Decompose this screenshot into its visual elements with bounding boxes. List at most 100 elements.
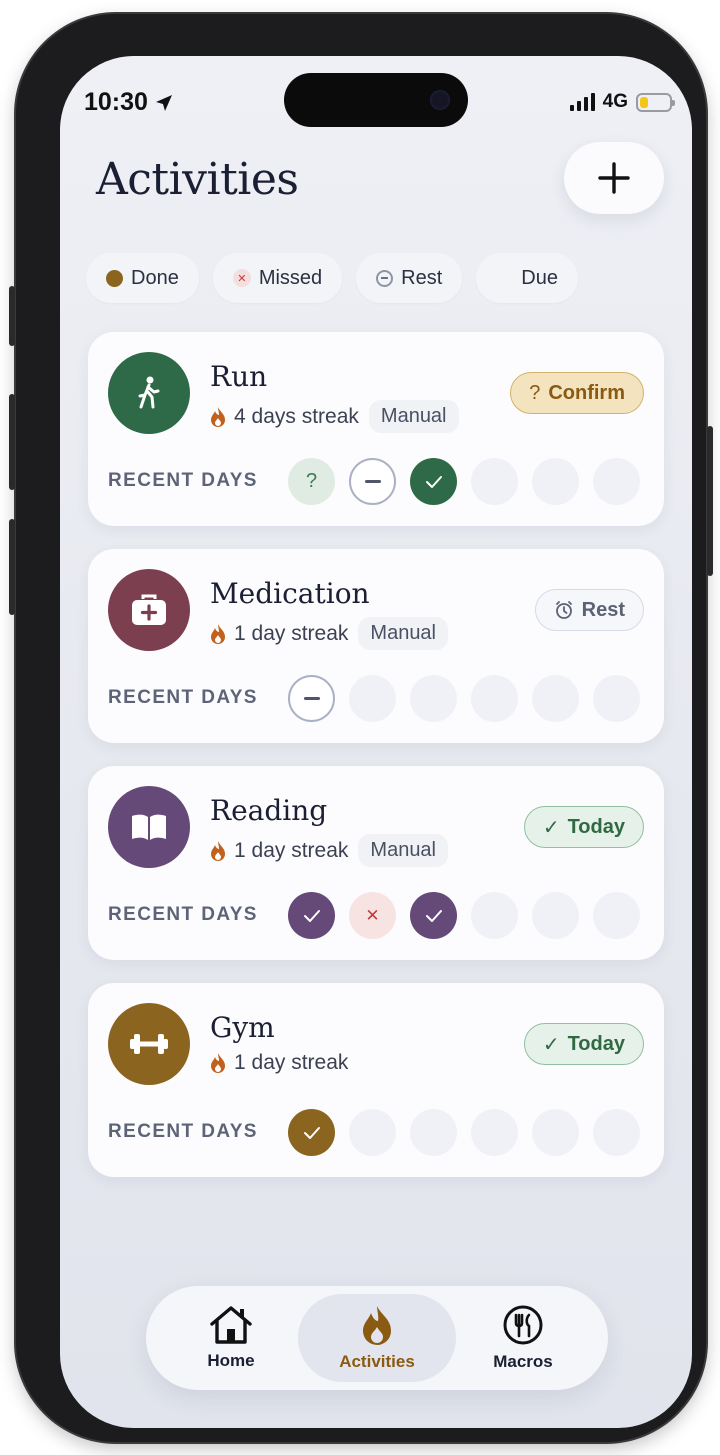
status-label: Confirm <box>548 381 625 404</box>
flame-icon <box>211 1053 225 1073</box>
day-empty[interactable] <box>532 892 579 939</box>
power-button <box>707 426 713 576</box>
day-empty[interactable] <box>349 1109 396 1156</box>
page-title: Activities <box>96 154 299 205</box>
day-done[interactable] <box>288 892 335 939</box>
streak-text: 1 day streak <box>234 621 349 645</box>
bottom-tab-bar: Home Activities Macros <box>146 1286 608 1390</box>
day-done[interactable] <box>288 1109 335 1156</box>
camera-icon <box>430 90 450 110</box>
activity-avatar <box>108 569 190 651</box>
streak-text: 1 day streak <box>234 838 349 862</box>
day-unconfirmed[interactable]: ? <box>288 458 335 505</box>
legend-chip-done: Done <box>86 253 199 303</box>
day-empty[interactable] <box>471 1109 518 1156</box>
status-label: Rest <box>581 598 625 621</box>
status-label: Today <box>567 815 625 838</box>
tab-home-label: Home <box>207 1351 255 1370</box>
recent-days-row <box>288 675 640 722</box>
volume-down-button <box>9 519 15 615</box>
check-icon <box>425 475 442 488</box>
day-empty[interactable] <box>410 1109 457 1156</box>
recent-days-label: RECENT DAYS <box>108 904 258 925</box>
day-empty[interactable] <box>593 675 640 722</box>
day-empty[interactable] <box>593 1109 640 1156</box>
recent-days-row: ? <box>288 458 640 505</box>
phone-frame: 10:30 4G Activities Done ✕ Missed Rest D… <box>9 14 713 1442</box>
flame-icon <box>211 406 225 427</box>
dynamic-island <box>284 73 468 127</box>
flame-icon <box>211 623 225 644</box>
streak-info: 4 days streak <box>210 405 359 429</box>
due-empty-icon <box>496 270 513 287</box>
medkit-icon <box>132 594 166 625</box>
day-empty[interactable] <box>410 675 457 722</box>
recent-days-label: RECENT DAYS <box>108 470 258 491</box>
tab-activities[interactable]: Activities <box>298 1294 456 1382</box>
legend-missed-label: Missed <box>258 266 323 289</box>
today-button[interactable]: ✓ Today <box>523 1023 644 1065</box>
day-empty[interactable] <box>471 675 518 722</box>
streak-text: 4 days streak <box>234 404 359 428</box>
recent-days-row <box>288 1109 640 1156</box>
day-missed[interactable]: ✕ <box>349 892 396 939</box>
day-empty[interactable] <box>471 458 518 505</box>
question-icon: ? <box>529 381 541 404</box>
rest-dash-icon <box>376 269 394 287</box>
walking-icon <box>138 376 160 409</box>
activity-meta: 1 day streak Manual <box>210 617 449 650</box>
activity-meta: 4 days streak Manual <box>210 400 459 433</box>
status-time: 10:30 <box>84 88 174 117</box>
add-activity-button[interactable] <box>564 142 664 214</box>
day-empty[interactable] <box>593 458 640 505</box>
activity-name: Reading <box>210 794 328 827</box>
volume-up-button <box>9 394 15 490</box>
tab-macros-label: Macros <box>493 1352 553 1371</box>
legend-chip-rest: Rest <box>356 253 463 303</box>
activity-card-reading[interactable]: Reading 1 day streak Manual ✓ Today RECE… <box>88 766 664 960</box>
plus-icon <box>598 162 630 194</box>
check-icon <box>425 909 442 922</box>
day-empty[interactable] <box>532 675 579 722</box>
day-empty[interactable] <box>349 675 396 722</box>
today-button[interactable]: ✓ Today <box>523 806 644 848</box>
check-icon <box>303 909 320 922</box>
home-icon <box>210 1306 252 1344</box>
day-rest[interactable] <box>288 675 335 722</box>
day-empty[interactable] <box>471 892 518 939</box>
app-screen: 10:30 4G Activities Done ✕ Missed Rest D… <box>60 56 692 1428</box>
status-time-text: 10:30 <box>84 88 148 116</box>
day-rest[interactable] <box>349 458 396 505</box>
tab-macros[interactable]: Macros <box>444 1294 602 1382</box>
activity-card-medication[interactable]: Medication 1 day streak Manual Rest RECE… <box>88 549 664 743</box>
recent-days-label: RECENT DAYS <box>108 1121 258 1142</box>
activity-name: Run <box>210 360 268 393</box>
activity-card-gym[interactable]: Gym 1 day streak ✓ Today RECENT DAYS <box>88 983 664 1177</box>
check-icon <box>303 1126 320 1139</box>
legend-rest-label: Rest <box>401 266 443 289</box>
day-empty[interactable] <box>532 1109 579 1156</box>
activity-card-run[interactable]: Run 4 days streak Manual ? Confirm RECEN… <box>88 332 664 526</box>
recent-days-row: ✕ <box>288 892 640 939</box>
status-legend: Done ✕ Missed Rest Due <box>86 253 578 303</box>
manual-tag: Manual <box>358 617 449 650</box>
confirm-button[interactable]: ? Confirm <box>510 372 644 414</box>
day-empty[interactable] <box>532 458 579 505</box>
activity-avatar <box>108 786 190 868</box>
check-icon: ✓ <box>542 816 560 839</box>
legend-chip-due: Due <box>476 253 578 303</box>
streak-info: 1 day streak <box>210 1051 348 1075</box>
day-done[interactable] <box>410 458 457 505</box>
activity-name: Gym <box>210 1011 275 1044</box>
rest-button[interactable]: Rest <box>534 589 644 631</box>
location-arrow-icon <box>155 94 172 111</box>
check-icon: ✓ <box>542 1033 560 1056</box>
day-empty[interactable] <box>593 892 640 939</box>
activity-avatar <box>108 1003 190 1085</box>
battery-icon <box>636 92 675 112</box>
done-dot-icon <box>106 269 123 287</box>
tab-home[interactable]: Home <box>152 1294 310 1382</box>
day-done[interactable] <box>410 892 457 939</box>
flame-icon <box>363 1306 391 1345</box>
streak-info: 1 day streak <box>210 839 348 863</box>
